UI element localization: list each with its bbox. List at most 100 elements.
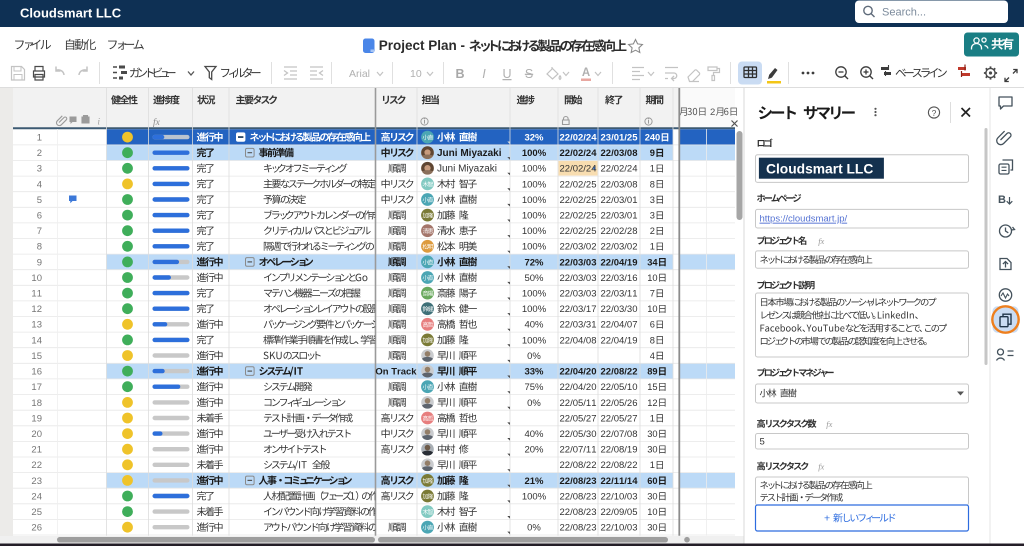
svg-text:14: 14: [31, 335, 42, 346]
svg-text:22/03/16: 22/03/16: [601, 273, 638, 284]
svg-text:22/02/24: 22/02/24: [560, 164, 597, 175]
svg-text:34: 34: [647, 257, 658, 267]
svg-text:A: A: [582, 67, 590, 79]
svg-text:+: +: [824, 513, 830, 525]
svg-text:23: 23: [31, 476, 42, 487]
svg-text:22/03/31: 22/03/31: [560, 320, 597, 331]
svg-text:22/04/07: 22/04/07: [601, 320, 638, 331]
svg-text:5: 5: [37, 195, 42, 206]
svg-text:22/04/08: 22/04/08: [560, 335, 597, 346]
svg-text:22/09/05: 22/09/05: [601, 507, 638, 518]
svg-text:100%: 100%: [522, 195, 547, 206]
svg-text:10: 10: [410, 68, 422, 80]
svg-text:22/08/19: 22/08/19: [601, 445, 638, 456]
svg-text:0%: 0%: [527, 351, 541, 362]
svg-text:60: 60: [647, 476, 657, 486]
svg-text:22/03/03: 22/03/03: [560, 289, 597, 300]
svg-text:22/08/23: 22/08/23: [560, 491, 597, 502]
svg-text:22/03/03: 22/03/03: [560, 273, 597, 284]
svg-text:22/02/24: 22/02/24: [601, 164, 638, 175]
svg-text:20: 20: [31, 429, 42, 440]
svg-text:100%: 100%: [522, 335, 547, 346]
svg-text:100%: 100%: [522, 164, 547, 175]
svg-text:Search...: Search...: [882, 6, 926, 18]
svg-text:4: 4: [37, 179, 42, 190]
svg-text:18: 18: [31, 398, 42, 409]
svg-text:22: 22: [31, 460, 42, 471]
svg-text:?: ?: [932, 108, 937, 118]
svg-text:22/05/27: 22/05/27: [560, 413, 597, 424]
svg-text:6: 6: [37, 211, 42, 222]
svg-text:22/02/25: 22/02/25: [560, 195, 597, 206]
svg-text:Cloudsmart LLC: Cloudsmart LLC: [20, 6, 122, 21]
svg-text:7: 7: [37, 226, 42, 237]
svg-text:13: 13: [31, 320, 42, 331]
svg-text:1: 1: [650, 460, 655, 470]
svg-text:17: 17: [31, 382, 42, 393]
svg-text:100%: 100%: [522, 179, 547, 190]
svg-text:22/08/23: 22/08/23: [560, 507, 597, 518]
svg-text:12: 12: [647, 398, 657, 408]
svg-text:On Track: On Track: [375, 367, 417, 378]
svg-text:22/03/03: 22/03/03: [560, 257, 597, 268]
svg-text:22/02/24: 22/02/24: [560, 133, 598, 144]
svg-text:19: 19: [31, 413, 42, 424]
svg-text:22/07/11: 22/07/11: [560, 445, 597, 456]
svg-text:S: S: [525, 67, 533, 81]
svg-text:22/02/28: 22/02/28: [601, 226, 638, 237]
svg-text:4: 4: [650, 351, 655, 361]
svg-text:0%: 0%: [527, 523, 541, 534]
svg-text:fx: fx: [153, 117, 161, 128]
svg-text:22/02/25: 22/02/25: [560, 226, 597, 237]
svg-text:2: 2: [650, 226, 655, 236]
svg-text:22/03/02: 22/03/02: [560, 242, 597, 253]
svg-text:Project Plan -: Project Plan -: [379, 38, 465, 53]
svg-text:22/03/08: 22/03/08: [601, 148, 638, 159]
svg-text:22/03/01: 22/03/01: [601, 195, 638, 206]
svg-text:22/04/20: 22/04/20: [560, 367, 597, 378]
svg-text:100%: 100%: [522, 211, 547, 222]
svg-text:22/03/02: 22/03/02: [601, 242, 638, 253]
svg-text:8: 8: [37, 242, 42, 253]
svg-text:5: 5: [760, 437, 765, 448]
svg-text:3: 3: [650, 195, 655, 205]
svg-text:fx: fx: [818, 236, 824, 246]
svg-text:22/08/22: 22/08/22: [601, 460, 638, 471]
svg-text:22/02/25: 22/02/25: [560, 211, 597, 222]
svg-text:B: B: [998, 194, 1006, 206]
svg-text:22/10/03: 22/10/03: [601, 491, 638, 502]
svg-text:22/05/11: 22/05/11: [560, 398, 597, 409]
svg-text:33%: 33%: [524, 367, 544, 378]
svg-text:20%: 20%: [524, 445, 544, 456]
svg-text:21: 21: [31, 445, 42, 456]
svg-text:2: 2: [710, 107, 715, 118]
svg-text:Cloudsmart LLC: Cloudsmart LLC: [766, 161, 873, 176]
svg-text:22/05/27: 22/05/27: [601, 413, 638, 424]
svg-text:25: 25: [31, 507, 42, 518]
svg-text:22/03/01: 22/03/01: [601, 211, 638, 222]
svg-text:22/07/08: 22/07/08: [601, 429, 638, 440]
svg-text:22/08/22: 22/08/22: [560, 460, 597, 471]
svg-text:32%: 32%: [524, 133, 544, 144]
svg-text:11: 11: [31, 289, 42, 300]
svg-text:22/02/25: 22/02/25: [560, 179, 597, 190]
svg-text:I: I: [482, 67, 486, 81]
svg-text:22/05/10: 22/05/10: [601, 382, 638, 393]
svg-text:72%: 72%: [524, 257, 544, 268]
svg-text:1: 1: [650, 164, 655, 174]
svg-text:3: 3: [37, 164, 42, 175]
svg-text:2: 2: [37, 148, 42, 159]
svg-text:fx: fx: [818, 462, 824, 472]
svg-text:30: 30: [647, 491, 657, 501]
svg-text:fx: fx: [826, 419, 832, 429]
svg-text:22/05/30: 22/05/30: [560, 429, 597, 440]
svg-text:10: 10: [647, 273, 657, 283]
svg-text:8: 8: [650, 335, 655, 345]
svg-text:22/03/08: 22/03/08: [601, 179, 638, 190]
svg-text:22/03/30: 22/03/30: [601, 304, 638, 315]
svg-text:16: 16: [31, 367, 42, 378]
svg-text:Juni Miyazaki: Juni Miyazaki: [437, 148, 502, 159]
svg-text:40%: 40%: [524, 320, 544, 331]
svg-text:30: 30: [647, 429, 657, 439]
svg-text:75%: 75%: [524, 382, 544, 393]
